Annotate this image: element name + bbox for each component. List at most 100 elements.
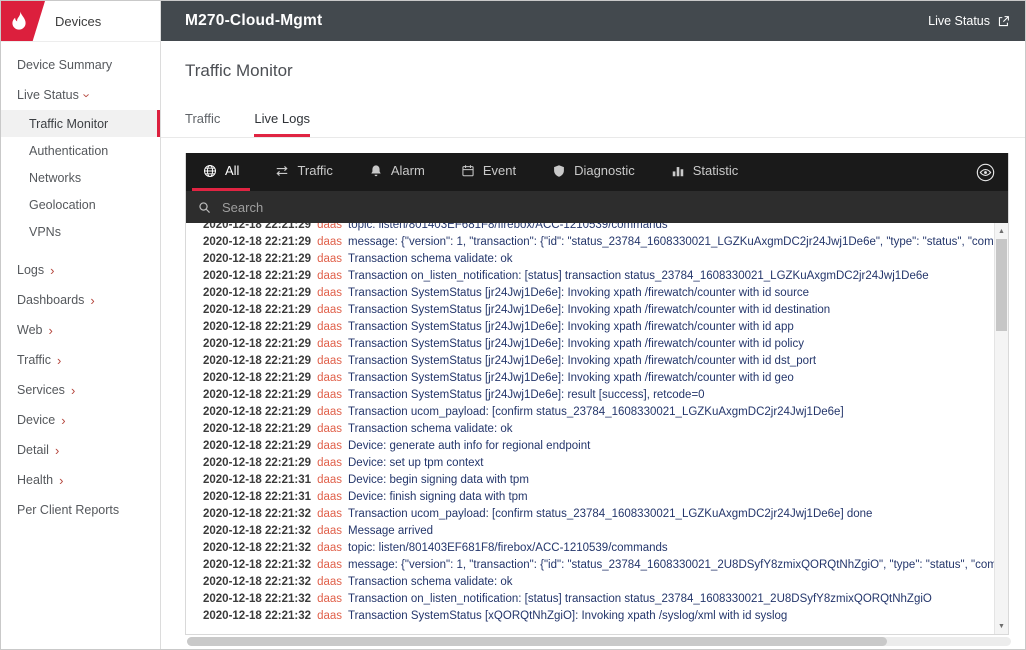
external-link-icon: [997, 15, 1010, 28]
calendar-icon: [461, 164, 475, 178]
log-row: 2020-12-18 22:21:32daasTransaction ucom_…: [186, 506, 994, 523]
sidebar: Devices Device SummaryLive Status›Traffi…: [1, 1, 161, 649]
sidebar-item-per-client-reports[interactable]: Per Client Reports: [1, 495, 160, 525]
sidebar-item-services[interactable]: Services›: [1, 375, 160, 405]
chart-icon: [671, 164, 685, 178]
sidebar-item-authentication[interactable]: Authentication: [1, 137, 160, 164]
sidebar-item-label: Live Status: [17, 88, 79, 102]
log-source: daas: [311, 576, 348, 588]
log-timestamp: 2020-12-18 22:21:29: [203, 287, 311, 299]
filter-label: Diagnostic: [574, 163, 635, 178]
chevron-right-icon: ›: [48, 324, 52, 337]
log-source: daas: [311, 559, 348, 571]
log-row: 2020-12-18 22:21:29daastopic: listen/801…: [186, 223, 994, 234]
sidebar-item-web[interactable]: Web›: [1, 315, 160, 345]
log-message: Transaction SystemStatus [jr24Jwj1De6e]:…: [348, 355, 816, 367]
filter-alarm[interactable]: Alarm: [358, 153, 436, 191]
sidebar-item-vpns[interactable]: VPNs: [1, 218, 160, 245]
chevron-right-icon: ›: [90, 294, 94, 307]
vertical-scrollbar[interactable]: ▲ ▼: [994, 223, 1008, 634]
log-timestamp: 2020-12-18 22:21:29: [203, 457, 311, 469]
topbar: M270-Cloud-Mgmt Live Status: [161, 1, 1025, 41]
vertical-scroll-thumb[interactable]: [996, 239, 1007, 331]
log-source: daas: [311, 525, 348, 537]
sidebar-item-label: Authentication: [29, 144, 108, 158]
log-row: 2020-12-18 22:21:29daasTransaction schem…: [186, 421, 994, 438]
live-scroll-toggle[interactable]: [973, 160, 998, 185]
sidebar-item-device-summary[interactable]: Device Summary: [1, 50, 160, 80]
sidebar-item-logs[interactable]: Logs›: [1, 255, 160, 285]
sidebar-item-traffic-monitor[interactable]: Traffic Monitor: [1, 110, 160, 137]
log-row: 2020-12-18 22:21:31daasDevice: begin sig…: [186, 472, 994, 489]
filter-label: Traffic: [297, 163, 332, 178]
log-row: 2020-12-18 22:21:29daasTransaction Syste…: [186, 387, 994, 404]
sidebar-item-label: Traffic: [17, 353, 51, 367]
log-source: daas: [311, 372, 348, 384]
log-source: daas: [311, 253, 348, 265]
sidebar-item-networks[interactable]: Networks: [1, 164, 160, 191]
log-timestamp: 2020-12-18 22:21:29: [203, 423, 311, 435]
log-message: message: {"version": 1, "transaction": {…: [348, 559, 994, 571]
log-message: Transaction SystemStatus [jr24Jwj1De6e]:…: [348, 287, 809, 299]
log-message: Transaction on_listen_notification: [sta…: [348, 270, 929, 282]
log-timestamp: 2020-12-18 22:21:29: [203, 338, 311, 350]
brand-label: Devices: [55, 14, 101, 29]
search-icon: [198, 201, 211, 214]
scroll-down-arrow[interactable]: ▼: [995, 619, 1008, 633]
log-source: daas: [311, 593, 348, 605]
log-timestamp: 2020-12-18 22:21:32: [203, 508, 311, 520]
chevron-right-icon: ›: [50, 264, 54, 277]
sidebar-item-label: Traffic Monitor: [29, 117, 108, 131]
sidebar-item-label: Services: [17, 383, 65, 397]
log-timestamp: 2020-12-18 22:21:32: [203, 610, 311, 622]
device-title: M270-Cloud-Mgmt: [185, 12, 322, 30]
log-source: daas: [311, 610, 348, 622]
log-message: Transaction SystemStatus [jr24Jwj1De6e]:…: [348, 338, 804, 350]
log-message: Transaction SystemStatus [jr24Jwj1De6e]:…: [348, 304, 830, 316]
live-status-label: Live Status: [928, 14, 990, 28]
log-list: 2020-12-18 22:21:29daastopic: listen/801…: [186, 223, 994, 625]
shuffle-icon: [275, 164, 289, 178]
filters: All Traffic Alarm Event Diagnostic Statistic: [192, 153, 763, 191]
watchguard-logo[interactable]: [1, 1, 45, 41]
log-row: 2020-12-18 22:21:29daasmessage: {"versio…: [186, 234, 994, 251]
filter-all[interactable]: All: [192, 153, 250, 191]
sidebar-item-device[interactable]: Device›: [1, 405, 160, 435]
log-source: daas: [311, 223, 348, 231]
log-source: daas: [311, 270, 348, 282]
tab-traffic[interactable]: Traffic: [185, 111, 220, 137]
log-row: 2020-12-18 22:21:29daasTransaction Syste…: [186, 353, 994, 370]
horizontal-scrollbar[interactable]: [187, 637, 1011, 646]
live-status-link[interactable]: Live Status: [928, 14, 1010, 28]
filter-event[interactable]: Event: [450, 153, 527, 191]
sidebar-item-traffic[interactable]: Traffic›: [1, 345, 160, 375]
search-input[interactable]: [220, 199, 996, 216]
log-timestamp: 2020-12-18 22:21:32: [203, 576, 311, 588]
filter-statistic[interactable]: Statistic: [660, 153, 750, 191]
sidebar-item-live-status[interactable]: Live Status›: [1, 80, 160, 110]
filter-diagnostic[interactable]: Diagnostic: [541, 153, 646, 191]
log-row: 2020-12-18 22:21:29daasTransaction ucom_…: [186, 404, 994, 421]
flame-icon: [8, 10, 30, 32]
sidebar-item-geolocation[interactable]: Geolocation: [1, 191, 160, 218]
filter-traffic[interactable]: Traffic: [264, 153, 343, 191]
tab-live-logs[interactable]: Live Logs: [254, 111, 310, 137]
sidebar-item-detail[interactable]: Detail›: [1, 435, 160, 465]
log-row: 2020-12-18 22:21:29daasTransaction Syste…: [186, 336, 994, 353]
log-message: Transaction schema validate: ok: [348, 253, 513, 265]
log-timestamp: 2020-12-18 22:21:32: [203, 559, 311, 571]
sidebar-item-label: Detail: [17, 443, 49, 457]
log-source: daas: [311, 406, 348, 418]
horizontal-scroll-thumb[interactable]: [187, 637, 887, 646]
scroll-up-arrow[interactable]: ▲: [995, 224, 1008, 238]
log-message: Device: set up tpm context: [348, 457, 484, 469]
log-message: topic: listen/801403EF681F8/firebox/ACC-…: [348, 542, 668, 554]
page: Devices Device SummaryLive Status›Traffi…: [0, 0, 1026, 650]
sidebar-item-dashboards[interactable]: Dashboards›: [1, 285, 160, 315]
log-source: daas: [311, 474, 348, 486]
filter-label: Alarm: [391, 163, 425, 178]
sidebar-item-health[interactable]: Health›: [1, 465, 160, 495]
sidebar-item-label: Networks: [29, 171, 81, 185]
sidebar-item-label: Device Summary: [17, 58, 112, 72]
log-source: daas: [311, 491, 348, 503]
